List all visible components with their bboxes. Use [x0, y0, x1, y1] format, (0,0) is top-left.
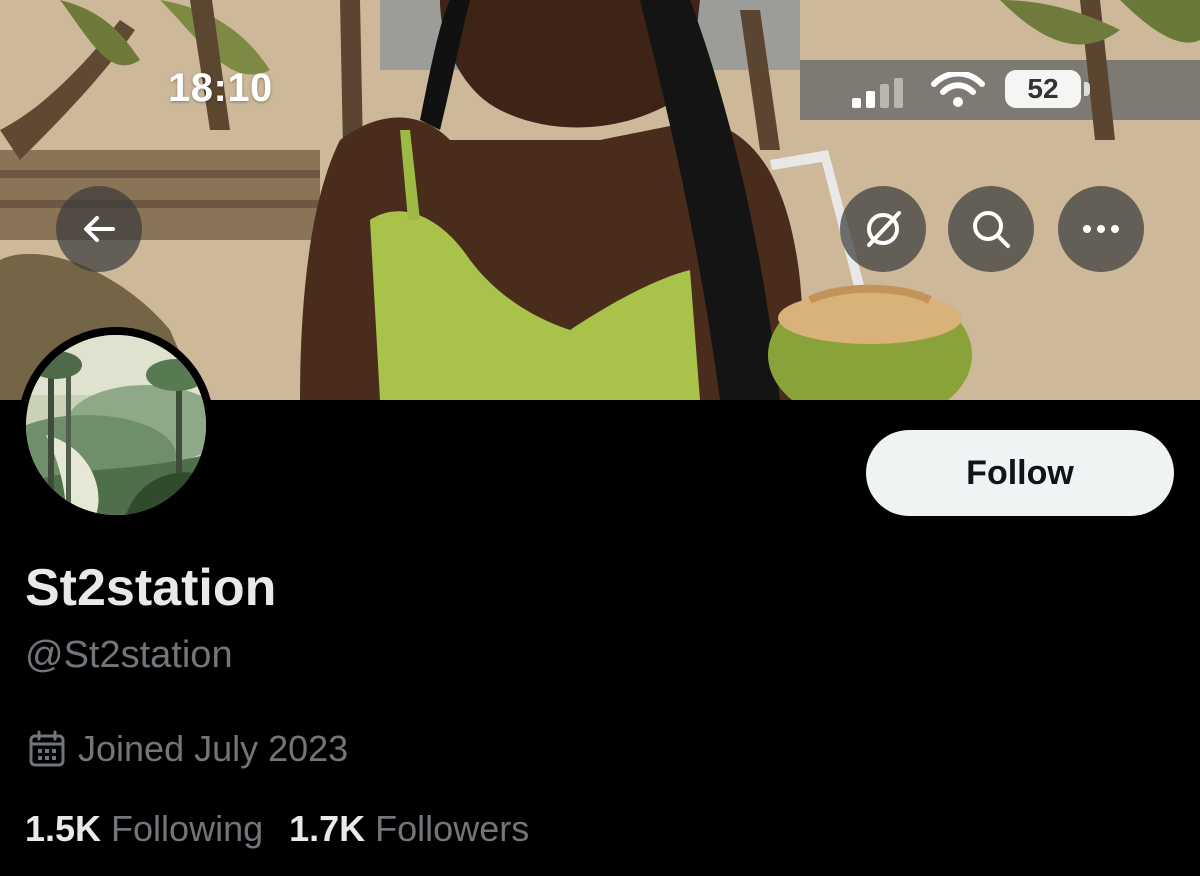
followers-count: 1.7K: [289, 808, 366, 849]
following-link[interactable]: 1.5K Following: [25, 808, 289, 850]
followers-link[interactable]: 1.7K Followers: [289, 808, 555, 850]
grok-icon: [867, 211, 901, 247]
battery-level: 52: [1027, 73, 1059, 104]
more-horizontal-icon: [1083, 225, 1119, 233]
followers-label: Followers: [375, 808, 530, 849]
search-icon: [973, 211, 1010, 248]
user-handle: @St2station: [25, 634, 233, 676]
joined-date-text: Joined July 2023: [78, 728, 349, 769]
joined-date-row: Joined July 2023: [28, 728, 348, 770]
avatar-image: [26, 335, 206, 515]
follow-button[interactable]: Follow: [866, 430, 1174, 516]
more-options-button[interactable]: [1058, 186, 1144, 272]
follow-stats: 1.5K Following 1.7K Followers: [25, 808, 555, 850]
avatar-jungle-illustration: [26, 335, 206, 515]
arrow-left-icon: [84, 216, 115, 242]
search-button[interactable]: [948, 186, 1034, 272]
status-time: 18:10: [168, 66, 273, 110]
calendar-icon: [29, 730, 65, 767]
grok-button[interactable]: [840, 186, 926, 272]
battery-tip: [1084, 82, 1090, 96]
back-button[interactable]: [56, 186, 142, 272]
wifi-icon: [931, 72, 985, 107]
avatar[interactable]: [18, 327, 214, 523]
display-name: St2station: [25, 559, 277, 617]
battery-indicator: 52: [1005, 70, 1081, 108]
following-count: 1.5K: [25, 808, 102, 849]
following-label: Following: [111, 808, 264, 849]
cellular-signal-icon: [852, 78, 903, 108]
